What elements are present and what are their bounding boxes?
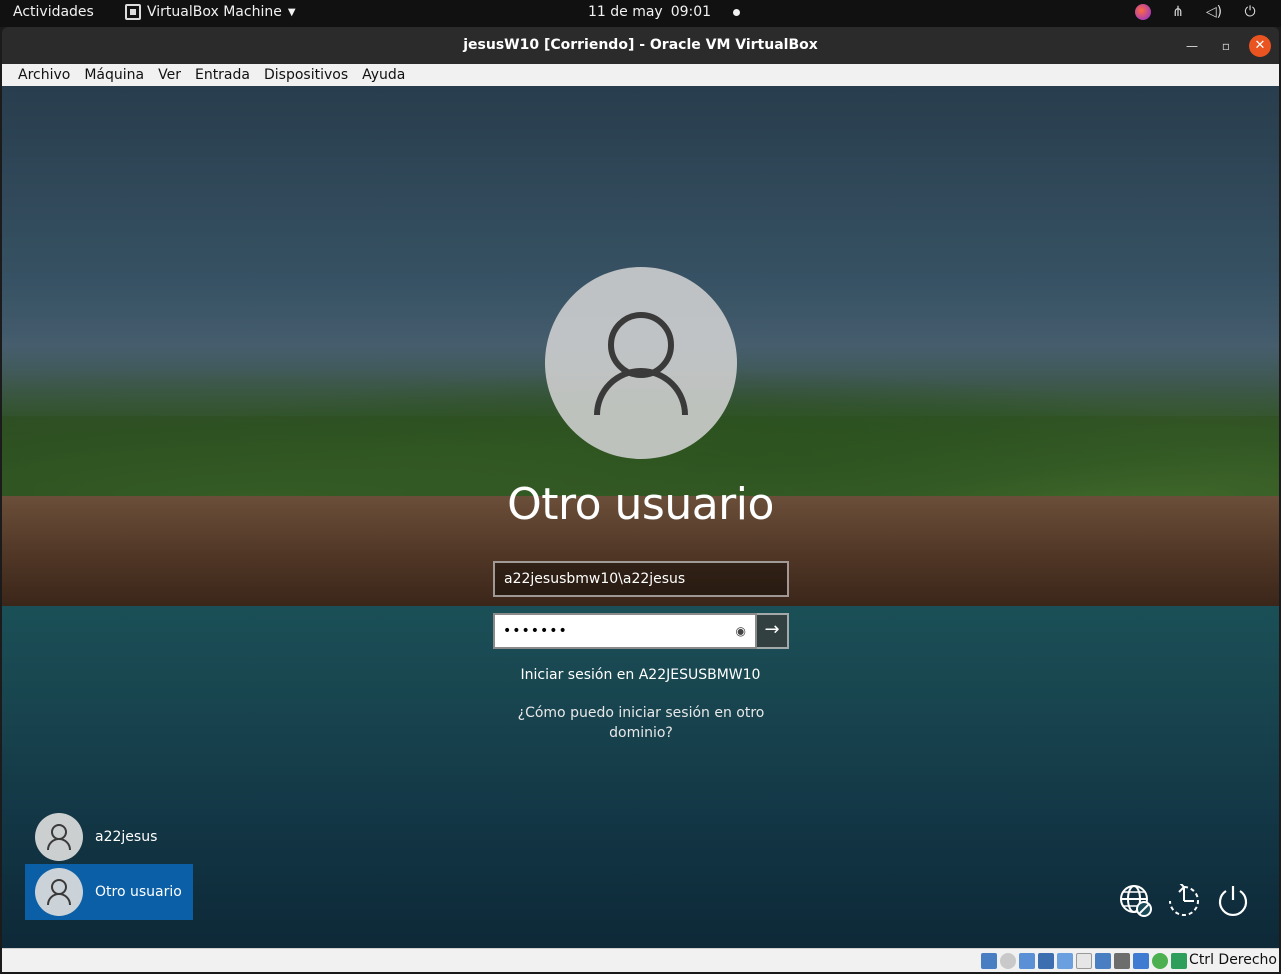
- keyboard-icon[interactable]: [1171, 953, 1187, 969]
- menu-ayuda[interactable]: Ayuda: [355, 64, 412, 86]
- user-avatar-small: [35, 813, 83, 861]
- host-key-label: Ctrl Derecho: [1189, 952, 1277, 968]
- display-icon[interactable]: [1095, 953, 1111, 969]
- shared-folders-icon[interactable]: [1076, 953, 1092, 969]
- user-list-item[interactable]: a22jesus: [25, 809, 193, 865]
- power-icon[interactable]: [1216, 884, 1250, 918]
- user-list-name: a22jesus: [95, 829, 158, 845]
- network-icon[interactable]: ⋔: [1169, 3, 1187, 21]
- network-globe-icon[interactable]: [1119, 884, 1153, 918]
- hard-disk-icon[interactable]: [981, 953, 997, 969]
- ease-of-access-icon[interactable]: [1167, 884, 1201, 918]
- power-icon[interactable]: ⏻: [1241, 3, 1259, 21]
- password-row: ••••••• ◉ →: [493, 613, 789, 649]
- app-menu-label: VirtualBox Machine: [147, 4, 282, 20]
- maximize-icon[interactable]: ▫: [1215, 35, 1237, 57]
- menu-dispositivos[interactable]: Dispositivos: [257, 64, 355, 86]
- recording-icon[interactable]: [1114, 953, 1130, 969]
- reveal-password-icon[interactable]: ◉: [736, 624, 747, 638]
- activities-button[interactable]: Actividades: [13, 4, 94, 20]
- arrow-right-icon: →: [764, 619, 780, 640]
- minimize-icon[interactable]: —: [1181, 35, 1203, 57]
- volume-icon[interactable]: ◁): [1205, 3, 1223, 21]
- password-mask: •••••••: [503, 623, 568, 639]
- menu-archivo[interactable]: Archivo: [11, 64, 77, 86]
- password-input[interactable]: ••••••• ◉: [493, 613, 757, 649]
- clock-date: 11 de may: [588, 4, 663, 20]
- clock-time: 09:01: [670, 4, 712, 20]
- submit-button[interactable]: →: [757, 613, 789, 649]
- notification-dot-icon: [733, 8, 741, 16]
- sign-in-target: Iniciar sesión en A22JESUSBMW10: [520, 667, 761, 683]
- login-user-name: Otro usuario: [507, 479, 774, 530]
- user-avatar: [545, 267, 737, 459]
- clock[interactable]: 11 de may 09:01: [588, 4, 741, 20]
- audio-icon[interactable]: [1019, 953, 1035, 969]
- vm-screen[interactable]: Otro usuario a22jesusbmw10\a22jesus ••••…: [2, 86, 1279, 948]
- device-indicators: [981, 953, 1187, 969]
- system-tray[interactable]: ⋔ ◁) ⏻: [1135, 3, 1259, 21]
- chevron-down-icon: ▼: [287, 6, 296, 18]
- menu-ver[interactable]: Ver: [151, 64, 188, 86]
- close-icon[interactable]: ✕: [1249, 35, 1271, 57]
- user-list-name: Otro usuario: [95, 884, 182, 900]
- window-title: jesusW10 [Corriendo] - Oracle VM Virtual…: [463, 37, 818, 53]
- vm-status-bar: Ctrl Derecho: [2, 948, 1279, 972]
- user-silhouette-icon: [47, 879, 71, 906]
- optical-drive-icon[interactable]: [1000, 953, 1016, 969]
- virtualization-icon[interactable]: [1133, 953, 1149, 969]
- user-silhouette-icon: [47, 824, 71, 851]
- app-menu[interactable]: VirtualBox Machine ▼: [125, 4, 296, 20]
- menu-bar: Archivo Máquina Ver Entrada Dispositivos…: [2, 64, 1279, 86]
- mouse-integration-icon[interactable]: [1152, 953, 1168, 969]
- other-domain-help-link[interactable]: ¿Cómo puedo iniciar sesión en otro domin…: [512, 703, 770, 743]
- network-adapter-icon[interactable]: [1038, 953, 1054, 969]
- user-list-item-selected[interactable]: Otro usuario: [25, 864, 193, 920]
- usb-icon[interactable]: [1057, 953, 1073, 969]
- window-titlebar[interactable]: jesusW10 [Corriendo] - Oracle VM Virtual…: [2, 27, 1279, 64]
- firefox-icon[interactable]: [1135, 4, 1151, 20]
- gnome-top-bar: Actividades VirtualBox Machine ▼ 11 de m…: [0, 0, 1281, 27]
- menu-maquina[interactable]: Máquina: [77, 64, 151, 86]
- username-input[interactable]: a22jesusbmw10\a22jesus: [493, 561, 789, 597]
- user-silhouette-icon: [594, 312, 688, 416]
- virtualbox-icon: [125, 4, 141, 20]
- user-avatar-small: [35, 868, 83, 916]
- menu-entrada[interactable]: Entrada: [188, 64, 257, 86]
